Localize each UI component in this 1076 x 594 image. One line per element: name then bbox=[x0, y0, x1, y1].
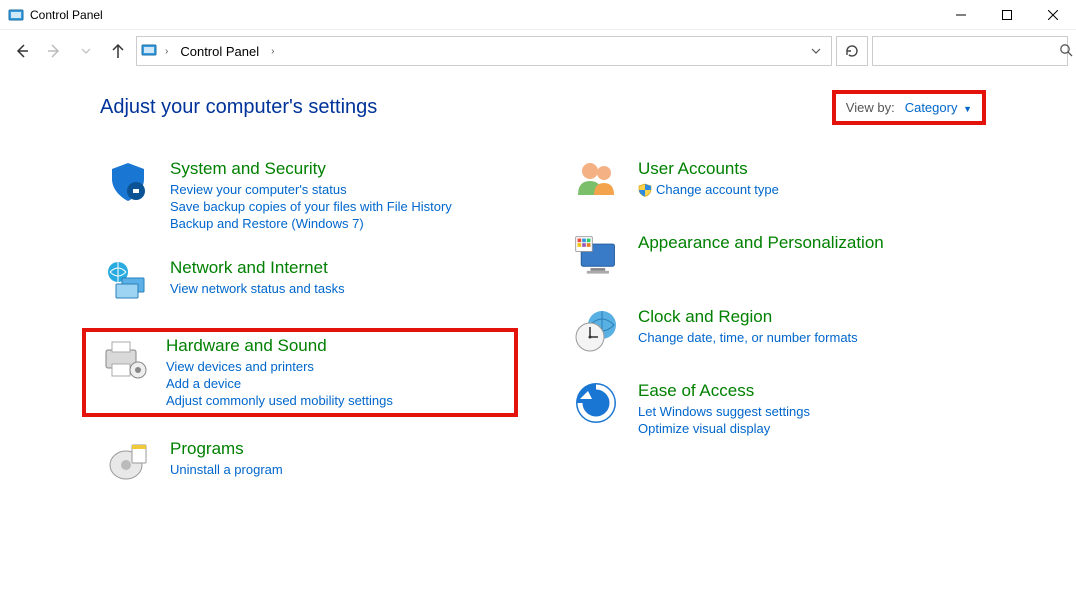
right-column: User Accounts Change account type bbox=[568, 155, 986, 509]
breadcrumb-root[interactable]: Control Panel bbox=[176, 42, 263, 61]
category-user-accounts: User Accounts Change account type bbox=[568, 155, 986, 211]
category-link[interactable]: Review your computer's status bbox=[170, 181, 514, 198]
category-link[interactable]: Backup and Restore (Windows 7) bbox=[170, 215, 514, 232]
uac-shield-icon bbox=[638, 183, 652, 197]
category-title[interactable]: Clock and Region bbox=[638, 307, 982, 327]
address-bar[interactable]: › Control Panel › bbox=[136, 36, 832, 66]
monitor-icon bbox=[572, 233, 620, 281]
category-ease-of-access: Ease of Access Let Windows suggest setti… bbox=[568, 377, 986, 441]
titlebar: Control Panel bbox=[0, 0, 1076, 30]
control-panel-icon bbox=[8, 7, 24, 23]
category-network-internet: Network and Internet View network status… bbox=[100, 254, 518, 310]
maximize-button[interactable] bbox=[984, 0, 1030, 30]
back-button[interactable] bbox=[8, 37, 36, 65]
category-programs: Programs Uninstall a program bbox=[100, 435, 518, 491]
forward-button[interactable] bbox=[40, 37, 68, 65]
category-title[interactable]: Appearance and Personalization bbox=[638, 233, 982, 253]
category-link[interactable]: Add a device bbox=[166, 375, 510, 392]
content-area: Adjust your computer's settings View by:… bbox=[0, 72, 1076, 509]
content-header: Adjust your computer's settings View by:… bbox=[100, 90, 986, 125]
search-input[interactable] bbox=[879, 43, 1059, 60]
close-button[interactable] bbox=[1030, 0, 1076, 30]
refresh-button[interactable] bbox=[836, 36, 868, 66]
category-link-text: Change account type bbox=[656, 182, 779, 197]
caret-down-icon: ▼ bbox=[963, 104, 972, 114]
programs-icon bbox=[104, 439, 152, 487]
category-title[interactable]: System and Security bbox=[170, 159, 514, 179]
category-title[interactable]: Hardware and Sound bbox=[166, 336, 510, 356]
category-system-security: System and Security Review your computer… bbox=[100, 155, 518, 236]
category-title[interactable]: User Accounts bbox=[638, 159, 982, 179]
search-box[interactable] bbox=[872, 36, 1068, 66]
category-columns: System and Security Review your computer… bbox=[100, 155, 986, 509]
category-link[interactable]: View devices and printers bbox=[166, 358, 510, 375]
ease-of-access-icon bbox=[572, 381, 620, 429]
category-link[interactable]: Uninstall a program bbox=[170, 461, 514, 478]
clock-globe-icon bbox=[572, 307, 620, 355]
category-link[interactable]: View network status and tasks bbox=[170, 280, 514, 297]
left-column: System and Security Review your computer… bbox=[100, 155, 518, 509]
shield-icon bbox=[104, 159, 152, 207]
category-link[interactable]: Adjust commonly used mobility settings bbox=[166, 392, 510, 409]
control-panel-icon bbox=[141, 42, 157, 61]
category-link[interactable]: Change account type bbox=[638, 181, 982, 198]
category-link[interactable]: Change date, time, or number formats bbox=[638, 329, 982, 346]
category-title[interactable]: Programs bbox=[170, 439, 514, 459]
address-dropdown[interactable] bbox=[805, 40, 827, 63]
recent-dropdown[interactable] bbox=[72, 37, 100, 65]
category-link[interactable]: Save backup copies of your files with Fi… bbox=[170, 198, 514, 215]
page-heading: Adjust your computer's settings bbox=[100, 96, 377, 119]
category-title[interactable]: Ease of Access bbox=[638, 381, 982, 401]
viewby-value: Category bbox=[905, 100, 958, 115]
category-appearance-personalization: Appearance and Personalization bbox=[568, 229, 986, 285]
category-clock-region: Clock and Region Change date, time, or n… bbox=[568, 303, 986, 359]
chevron-right-icon[interactable]: › bbox=[267, 46, 278, 57]
viewby-control: View by: Category ▼ bbox=[832, 90, 986, 125]
chevron-right-icon[interactable]: › bbox=[161, 46, 172, 57]
navbar: › Control Panel › bbox=[0, 30, 1076, 72]
viewby-dropdown[interactable]: Category ▼ bbox=[905, 100, 972, 115]
users-icon bbox=[572, 159, 620, 207]
category-hardware-sound: Hardware and Sound View devices and prin… bbox=[82, 328, 518, 417]
window-title: Control Panel bbox=[30, 8, 103, 22]
up-button[interactable] bbox=[104, 37, 132, 65]
category-title[interactable]: Network and Internet bbox=[170, 258, 514, 278]
printer-icon bbox=[100, 336, 148, 384]
search-icon[interactable] bbox=[1059, 43, 1073, 60]
category-link[interactable]: Let Windows suggest settings bbox=[638, 403, 982, 420]
network-icon bbox=[104, 258, 152, 306]
minimize-button[interactable] bbox=[938, 0, 984, 30]
category-link[interactable]: Optimize visual display bbox=[638, 420, 982, 437]
viewby-label: View by: bbox=[846, 100, 895, 115]
